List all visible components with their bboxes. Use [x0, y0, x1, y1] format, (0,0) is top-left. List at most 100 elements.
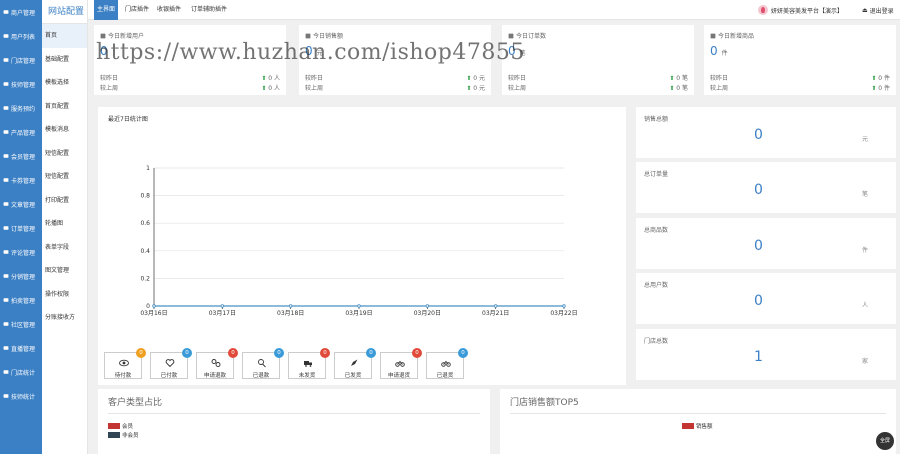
- order-status-button[interactable]: 申请退货 0: [380, 348, 422, 379]
- nav-icon: [3, 9, 9, 15]
- arrow-up-icon: ⬆: [466, 75, 472, 82]
- nav-icon: [3, 321, 9, 327]
- nav-item-13[interactable]: 社区管理: [0, 312, 42, 336]
- stat-row-label: 较上周: [508, 85, 527, 92]
- nav-item-6[interactable]: 会员管理: [0, 144, 42, 168]
- nav-item-14[interactable]: 直播管理: [0, 336, 42, 360]
- y-tick-label: 0.6: [140, 220, 150, 227]
- nav-item-3[interactable]: 技师管理: [0, 72, 42, 96]
- nav-icon: [3, 153, 9, 159]
- nav-icon: [3, 105, 9, 111]
- subnav-item-11[interactable]: 操作权限: [42, 283, 87, 307]
- sub-sidebar: 网站配置 首页 基础配置 模板选择 首页配置 模板消息 短信配置 短信配置 打印配置 轮播图 表单…: [42, 0, 88, 454]
- legend-member[interactable]: 会员: [108, 422, 133, 430]
- nav-item-label: 评论管理: [11, 249, 36, 257]
- arrow-up-icon: ⬆: [669, 85, 675, 92]
- nav-item-5[interactable]: 产品管理: [0, 120, 42, 144]
- nav-item-11[interactable]: 分销管理: [0, 264, 42, 288]
- x-tick-label: 03月19日: [345, 310, 372, 317]
- nav-item-2[interactable]: 门店管理: [0, 48, 42, 72]
- stat-row-value: 0 件: [878, 85, 890, 92]
- nav-item-0[interactable]: 商户管理: [0, 0, 42, 24]
- order-count-badge: 0: [182, 348, 192, 358]
- order-status-button[interactable]: 已发货 0: [334, 348, 376, 379]
- data-point: [220, 304, 225, 308]
- x-tick-label: 03月21日: [482, 310, 509, 317]
- nav-item-8[interactable]: 文章管理: [0, 192, 42, 216]
- order-status-row: 待付款 0 已付款 0 申请退款 0 已退款 0 未发货 0 已发货 0 申请退货 0 已退货 0: [98, 345, 626, 385]
- user-menu[interactable]: 妍妍美容美发平台【演示】: [758, 0, 843, 20]
- nav-item-4[interactable]: 服务预约: [0, 96, 42, 120]
- user-name: 妍妍美容美发平台【演示】: [771, 7, 844, 15]
- y-tick-label: 0: [146, 303, 150, 310]
- link-icon: [211, 359, 221, 367]
- subnav-item-4[interactable]: 模板消息: [42, 118, 87, 142]
- summary-value: 0: [754, 293, 763, 309]
- nav-item-12[interactable]: 拍卖管理: [0, 288, 42, 312]
- tab-order-plugin[interactable]: 订单辅助插件: [188, 0, 230, 20]
- subnav-item-2[interactable]: 模板选择: [42, 71, 87, 95]
- tab-cashier-plugin[interactable]: 收银插件: [154, 0, 184, 20]
- y-tick-label: 0.2: [140, 275, 150, 282]
- summary-label: 总用户数: [644, 282, 669, 289]
- stat-row-value: 0 人: [268, 85, 280, 92]
- legend-non-member[interactable]: 非会员: [108, 431, 139, 439]
- nav-item-label: 文章管理: [11, 201, 36, 209]
- order-status-label: 待付款: [114, 373, 132, 379]
- y-tick-label: 0.8: [140, 193, 150, 200]
- top-bar: 主界面 门店插件 收银插件 订单辅助插件 妍妍美容美发平台【演示】 ⏏ 退出登录: [88, 0, 900, 20]
- order-status-button[interactable]: 已退货 0: [426, 348, 468, 379]
- stat-row-label: 较昨日: [100, 75, 119, 82]
- tab-main[interactable]: 主界面: [94, 0, 119, 20]
- order-status-button[interactable]: 已退款 0: [242, 348, 284, 379]
- stat-row-label: 较上周: [710, 85, 729, 92]
- nav-item-label: 用户列表: [11, 33, 36, 41]
- nav-item-label: 产品管理: [11, 129, 36, 137]
- nav-item-7[interactable]: 卡券管理: [0, 168, 42, 192]
- nav-item-9[interactable]: 订单管理: [0, 216, 42, 240]
- summary-label: 门店总数: [644, 338, 669, 345]
- logout-button[interactable]: ⏏ 退出登录: [862, 0, 894, 20]
- x-tick-label: 03月20日: [414, 310, 441, 317]
- order-status-button[interactable]: 待付款 0: [104, 348, 146, 379]
- stat-card: 今日新增商品 0 件较昨日 ⬆ 0 件较上周 ⬆ 0 件: [704, 25, 896, 95]
- subnav-item-9[interactable]: 表单字段: [42, 236, 87, 260]
- order-status-button[interactable]: 申请退款 0: [196, 348, 238, 379]
- subnav-item-7[interactable]: 打印配置: [42, 189, 87, 213]
- order-status-label: 申请退货: [387, 373, 410, 379]
- summary-value: 0: [754, 238, 763, 254]
- legend-sales[interactable]: 销售额: [682, 422, 713, 430]
- subnav-item-1[interactable]: 基础配置: [42, 48, 87, 72]
- avatar: [758, 5, 768, 15]
- refund-icon: [258, 359, 266, 368]
- order-status-button[interactable]: 已付款 0: [150, 348, 192, 379]
- nav-item-10[interactable]: 评论管理: [0, 240, 42, 264]
- data-point: [562, 304, 566, 308]
- summary-card: 门店总数 1 家: [636, 329, 896, 380]
- subnav-item-3[interactable]: 首页配置: [42, 95, 87, 119]
- summary-card: 总订单量 0 笔: [636, 162, 896, 213]
- subnav-item-5[interactable]: 短信配置: [42, 142, 87, 166]
- order-status-button[interactable]: 未发货 0: [288, 348, 330, 379]
- nav-item-16[interactable]: 技师统计: [0, 384, 42, 408]
- nav-item-label: 技师统计: [11, 393, 36, 401]
- tab-store-plugin[interactable]: 门店插件: [122, 0, 152, 20]
- nav-icon: [3, 393, 9, 399]
- stat-title: 今日销售额: [313, 33, 344, 40]
- subnav-item-12[interactable]: 分账接收方: [42, 306, 87, 330]
- subnav-item-0[interactable]: 首页: [42, 24, 87, 48]
- store-top5-panel: 门店销售额TOP5 销售额: [500, 389, 896, 454]
- subnav-item-10[interactable]: 图文管理: [42, 259, 87, 283]
- summary-unit: 家: [862, 358, 869, 365]
- stat-title: 今日订单数: [516, 33, 547, 40]
- subnav-item-6[interactable]: 短信配置: [42, 165, 87, 189]
- nav-icon: [3, 273, 9, 279]
- subnav-item-8[interactable]: 轮播图: [42, 212, 87, 236]
- nav-item-label: 会员管理: [11, 153, 36, 161]
- nav-item-15[interactable]: 门店统计: [0, 360, 42, 384]
- nav-item-1[interactable]: 用户列表: [0, 24, 42, 48]
- fullscreen-button[interactable]: 全屏: [876, 432, 894, 450]
- user-icon: [100, 33, 106, 38]
- arrow-up-icon: ⬆: [261, 75, 267, 82]
- nav-icon: [3, 297, 9, 303]
